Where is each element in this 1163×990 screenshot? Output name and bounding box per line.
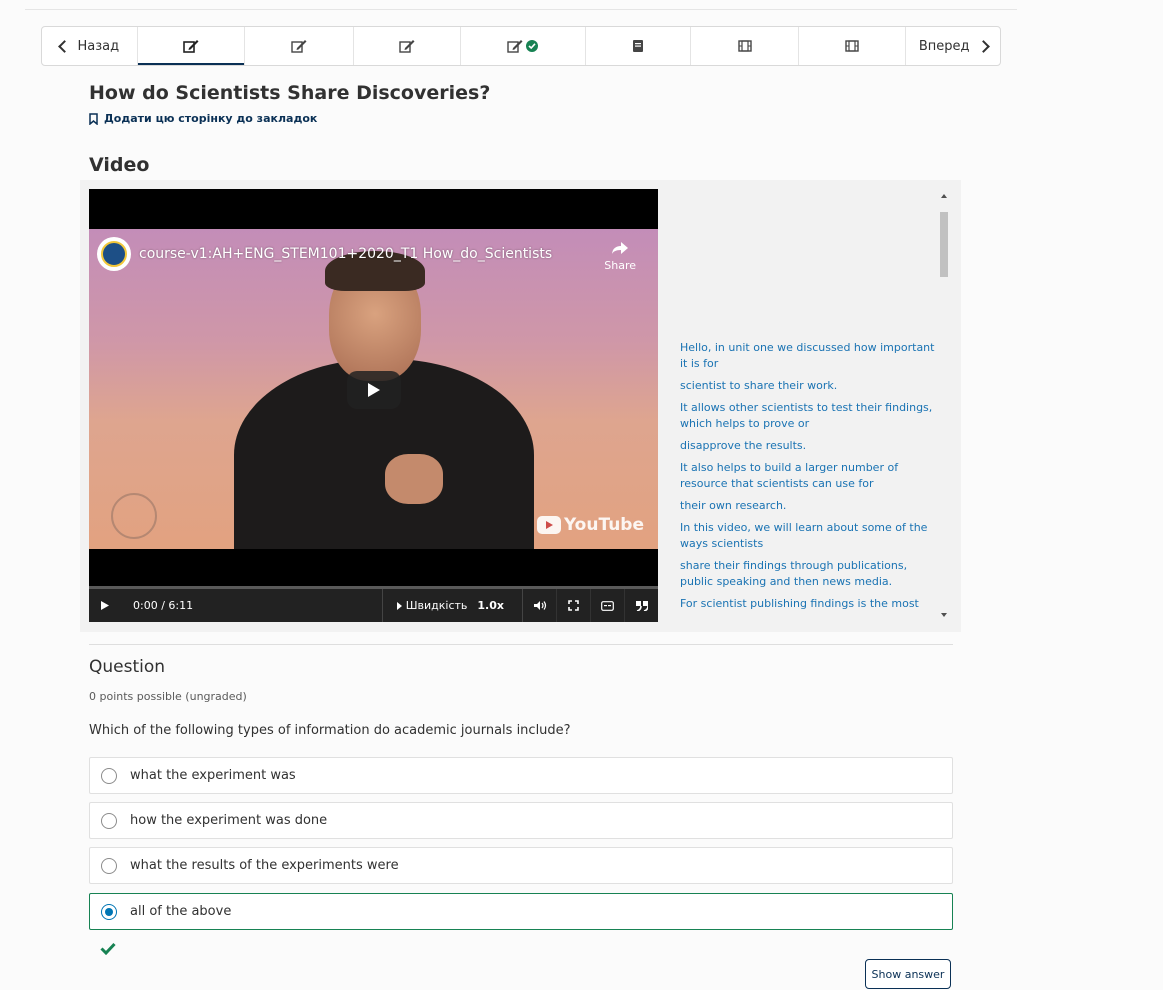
share-button[interactable]: Share [604,241,636,272]
video-title[interactable]: course-v1:AH+ENG_STEM101+2020_T1 How_do_… [139,246,552,262]
seal-watermark [111,493,157,539]
radio-button[interactable] [101,857,117,874]
bookmark-icon [89,112,98,125]
video-controls: 0:00 / 6:11 Швидкість 1.0x [89,589,658,622]
choice-option[interactable]: what the experiment was [89,757,953,794]
tab-unit-1[interactable] [137,27,246,65]
volume-button[interactable] [523,589,557,622]
fullscreen-button[interactable] [557,589,591,622]
transcript-line[interactable]: It also helps to build a larger number o… [680,460,938,492]
captions-button[interactable] [591,589,625,622]
radio-button[interactable] [101,812,117,829]
channel-avatar[interactable] [97,237,131,271]
tab-unit-3[interactable] [354,27,462,65]
choice-option-selected[interactable]: all of the above [89,893,953,930]
quote-icon [635,600,648,611]
transcript-line[interactable]: scientist to share their work. [680,378,938,394]
transcript-line[interactable]: their own research. [680,498,938,514]
video-player[interactable]: course-v1:AH+ENG_STEM101+2020_T1 How_do_… [89,189,658,622]
choice-option[interactable]: what the results of the experiments were [89,847,953,884]
time-display: 0:00 / 6:11 [133,599,194,612]
tab-unit-6[interactable] [691,27,799,65]
speed-label: Швидкість [405,599,468,612]
radio-button[interactable] [101,767,117,784]
transcript-line[interactable]: In this video, we will learn about some … [680,520,938,552]
scroll-down-arrow-icon[interactable] [941,613,947,617]
edit-icon [183,40,199,53]
transcript-line[interactable]: share their findings through publication… [680,558,938,590]
choice-option[interactable]: how the experiment was done [89,802,953,839]
chevron-left-icon [57,39,71,53]
transcript-line[interactable]: For scientist publishing findings is the… [680,596,938,612]
youtube-logo[interactable]: YouTube [536,515,644,535]
book-icon [633,40,644,52]
play-button[interactable] [89,589,121,622]
complete-check-icon [526,40,539,52]
choice-label: how the experiment was done [130,813,328,828]
question-prompt: Which of the following types of informat… [89,723,571,738]
top-divider [25,9,1017,10]
tab-unit-5[interactable] [586,27,692,65]
page-title: How do Scientists Share Discoveries? [89,82,491,104]
video-frame[interactable]: course-v1:AH+ENG_STEM101+2020_T1 How_do_… [89,229,658,549]
share-icon [612,242,629,254]
speed-button[interactable]: Швидкість 1.0x [381,589,523,622]
tab-unit-2[interactable] [245,27,354,65]
transcript-line[interactable]: It allows other scientists to test their… [680,400,938,432]
film-icon [845,40,859,52]
youtube-label: YouTube [563,515,644,535]
choice-label: what the results of the experiments were [130,858,399,873]
correct-check-icon [100,940,116,959]
previous-label: Назад [77,38,120,54]
speed-value: 1.0x [477,599,504,612]
sequence-nav: Назад Вперед [41,26,1001,66]
captions-icon [601,600,614,611]
caret-right-icon [396,601,402,610]
share-label: Share [604,259,636,272]
question-heading: Question [89,657,166,677]
section-divider [89,644,953,645]
presenter-hand [385,454,443,504]
scrollbar-thumb[interactable] [940,212,948,277]
points-label: 0 points possible (ungraded) [89,690,247,703]
transcript-scrollbar[interactable] [938,189,950,622]
tab-unit-7[interactable] [799,27,907,65]
chevron-right-icon [976,39,990,53]
previous-button[interactable]: Назад [42,27,138,65]
show-answer-button[interactable]: Show answer [865,959,951,989]
youtube-icon [536,516,561,534]
edit-icon [399,40,415,53]
edit-icon [507,40,523,53]
play-icon [101,601,109,610]
big-play-button[interactable] [347,371,401,409]
radio-button-selected[interactable] [101,903,117,920]
tab-unit-4[interactable] [461,27,586,65]
transcript-line[interactable]: disapprove the results. [680,438,938,454]
transcript-toggle-button[interactable] [625,589,658,622]
scroll-up-arrow-icon[interactable] [941,194,947,198]
fullscreen-icon [568,600,579,611]
bookmark-button[interactable]: Додати цю сторінку до закладок [89,112,317,125]
choice-label: what the experiment was [130,768,296,783]
volume-icon [533,601,546,610]
edit-icon [291,40,307,53]
bookmark-label: Додати цю сторінку до закладок [104,112,318,125]
next-button[interactable]: Вперед [906,27,1000,65]
transcript-panel[interactable]: Hello, in unit one we discussed how impo… [680,340,938,623]
video-heading: Video [89,154,150,176]
choice-label: all of the above [130,904,232,919]
play-icon [368,383,380,397]
transcript-line[interactable]: Hello, in unit one we discussed how impo… [680,340,938,372]
next-label: Вперед [918,38,970,54]
film-icon [737,40,752,52]
